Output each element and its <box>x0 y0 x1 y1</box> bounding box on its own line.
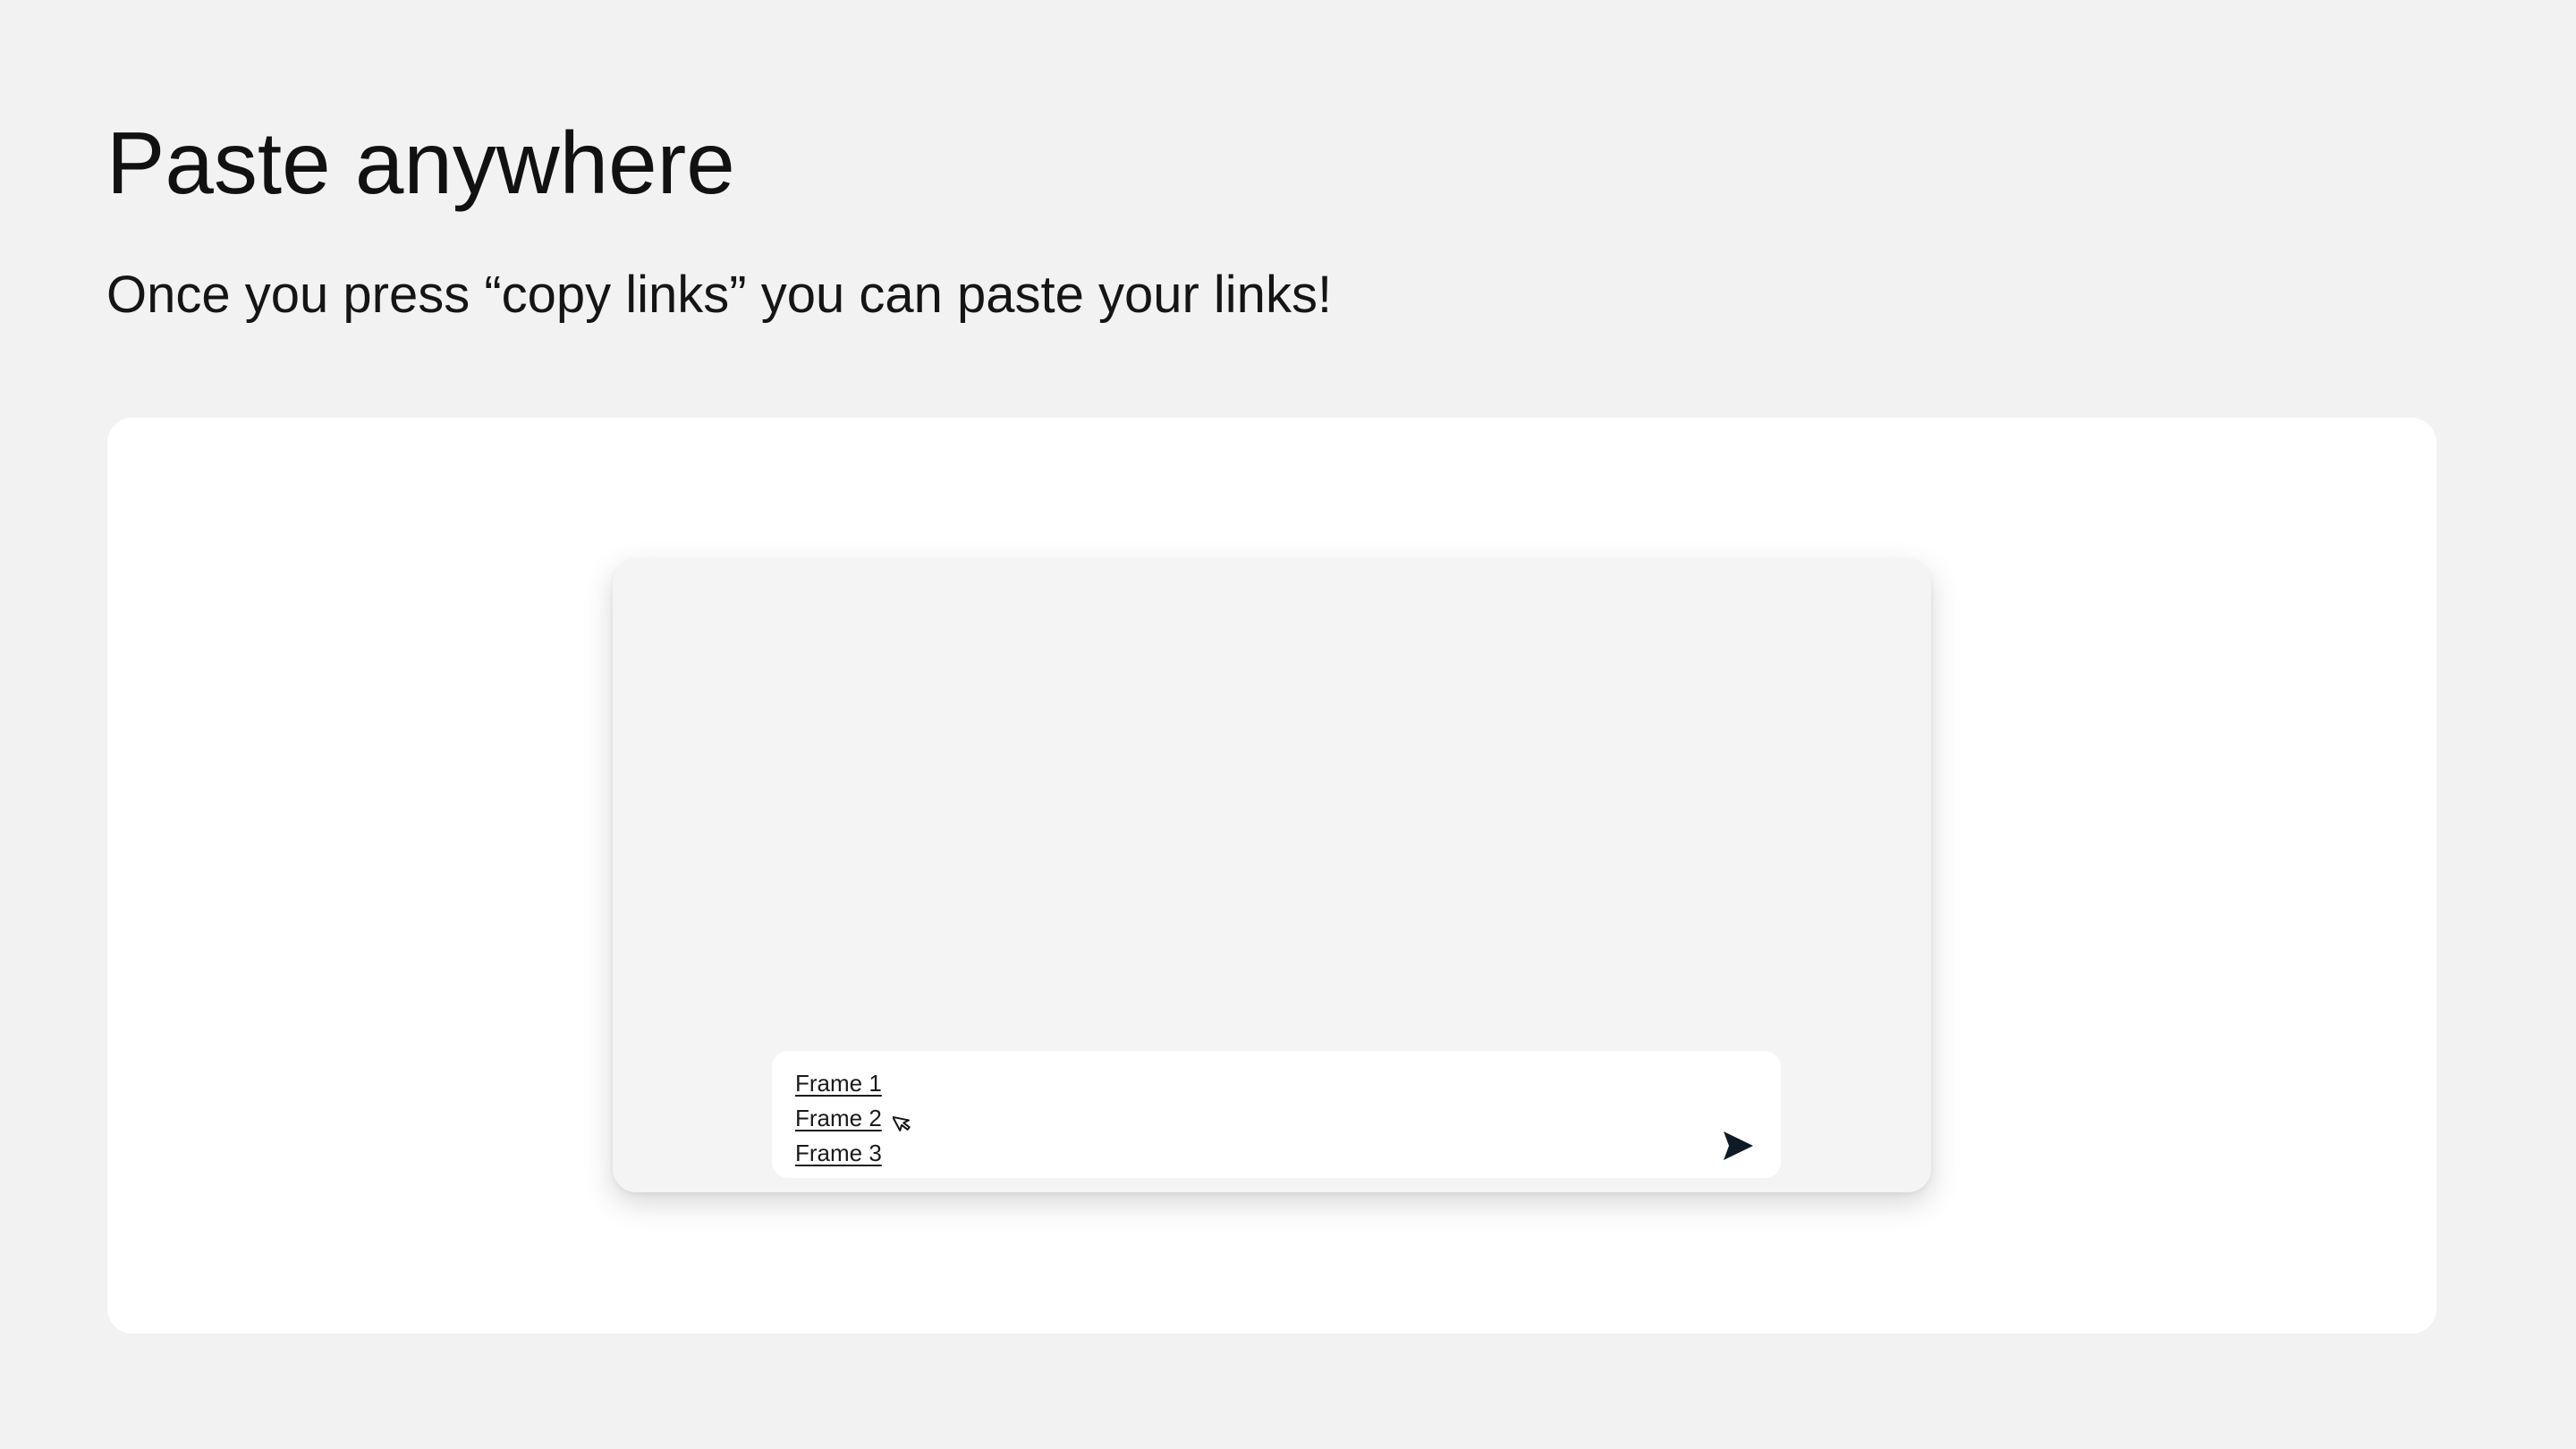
page-subtitle: Once you press “copy links” you can past… <box>106 266 1333 324</box>
chat-window: Frame 1 Frame 2 Frame 3 <box>613 559 1931 1192</box>
mouse-cursor-icon <box>892 1115 911 1131</box>
list-item: Frame 3 <box>795 1135 916 1170</box>
frame-link[interactable]: Frame 2 <box>795 1103 882 1133</box>
pasted-links-list: Frame 1 Frame 2 Frame 3 <box>795 1065 916 1170</box>
frame-link[interactable]: Frame 3 <box>795 1138 882 1168</box>
list-item: Frame 1 <box>795 1065 916 1100</box>
list-item: Frame 2 <box>795 1100 916 1135</box>
send-button[interactable] <box>1718 1126 1758 1165</box>
message-composer[interactable]: Frame 1 Frame 2 Frame 3 <box>772 1051 1781 1178</box>
preview-stage: Frame 1 Frame 2 Frame 3 <box>107 418 2436 1334</box>
page-title: Paste anywhere <box>106 114 735 212</box>
send-icon <box>1724 1131 1753 1160</box>
frame-link[interactable]: Frame 1 <box>795 1068 882 1098</box>
